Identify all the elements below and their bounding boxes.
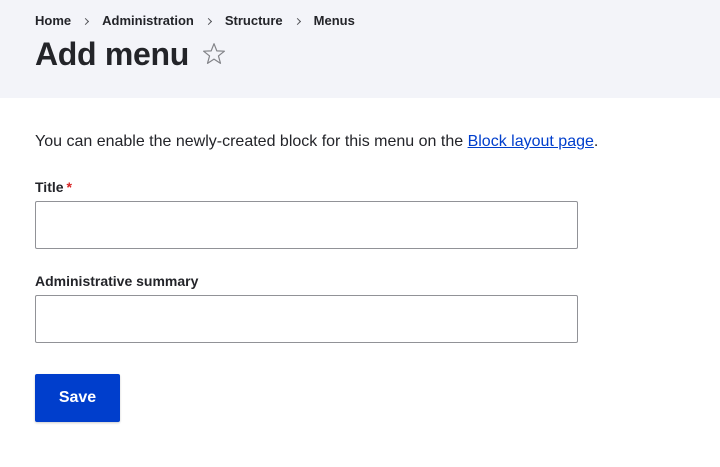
intro-text-suffix: .: [593, 133, 599, 150]
title-label-text: Title: [35, 179, 64, 195]
page-title: Add menu: [35, 36, 190, 72]
chevron-right-icon: [82, 17, 90, 25]
block-layout-link[interactable]: Block layout page: [468, 133, 594, 150]
star-outline-icon[interactable]: [201, 41, 227, 67]
title-field-wrapper: Title *: [35, 178, 578, 249]
title-row: Add menu: [35, 34, 227, 74]
summary-field-wrapper: Administrative summary: [35, 272, 578, 343]
breadcrumb: Home Administration Structure Menus: [35, 13, 355, 29]
summary-label: Administrative summary: [35, 273, 199, 289]
page-header: Home Administration Structure Menus Add …: [0, 0, 720, 98]
breadcrumb-home[interactable]: Home: [35, 13, 71, 29]
summary-input[interactable]: [35, 295, 578, 343]
chevron-right-icon: [204, 17, 212, 25]
title-label: Title *: [35, 178, 578, 196]
breadcrumb-administration[interactable]: Administration: [102, 13, 194, 29]
chevron-right-icon: [293, 17, 301, 25]
breadcrumb-menus[interactable]: Menus: [314, 13, 355, 29]
save-button[interactable]: Save: [35, 374, 120, 422]
intro-text: You can enable the newly-created block f…: [35, 132, 675, 152]
main-content: You can enable the newly-created block f…: [35, 132, 675, 422]
breadcrumb-structure[interactable]: Structure: [225, 13, 283, 29]
title-input[interactable]: [35, 201, 578, 249]
intro-text-body: You can enable the newly-created block f…: [35, 133, 468, 150]
required-marker: *: [66, 179, 72, 195]
